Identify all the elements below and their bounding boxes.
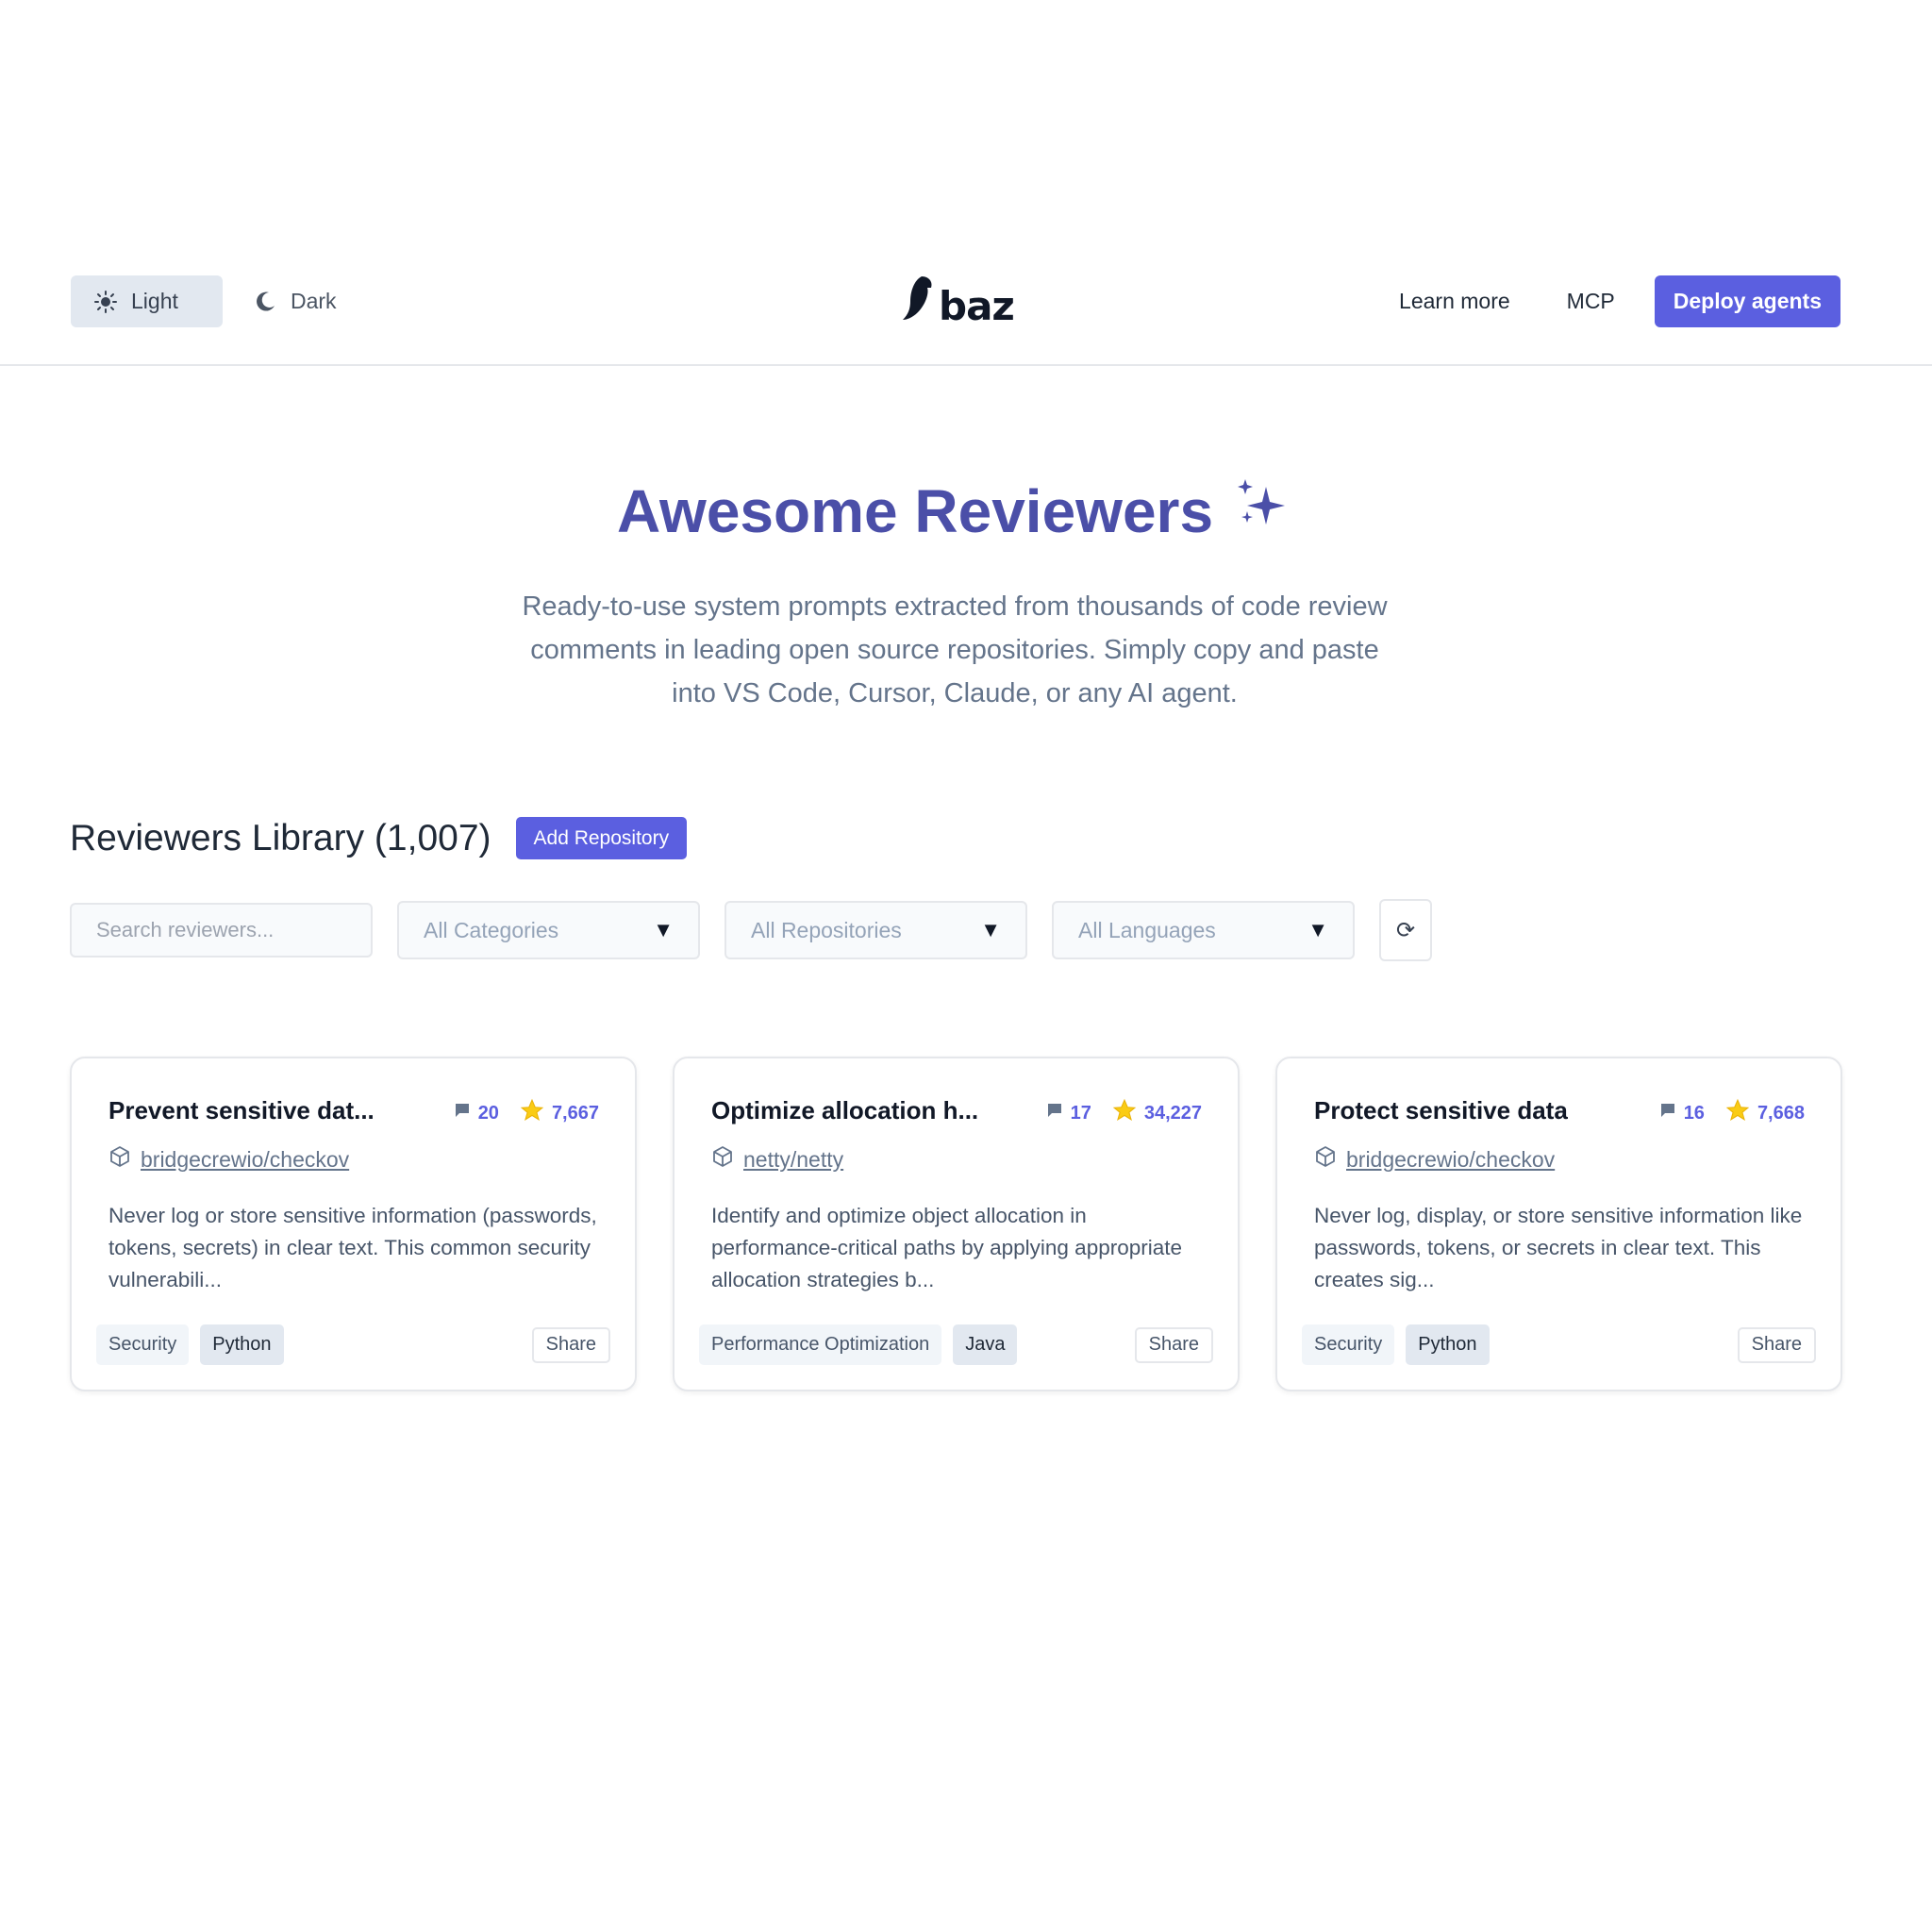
card-description: Identify and optimize object allocation … — [711, 1204, 1183, 1291]
category-select-value: All Categories — [424, 917, 559, 942]
star-count-value: 7,668 — [1757, 1102, 1805, 1124]
comment-count-value: 20 — [477, 1102, 499, 1124]
card-stats: 20 7,667 — [454, 1098, 599, 1128]
comment-count: 20 — [454, 1102, 499, 1124]
caret-down-icon: ▼ — [980, 918, 1001, 941]
card-stats: 16 7,668 — [1659, 1098, 1805, 1128]
star-count: 7,668 — [1725, 1098, 1805, 1128]
category-tag[interactable]: Security — [1302, 1324, 1395, 1365]
card-tags: Security Python — [96, 1324, 284, 1365]
reviewer-card[interactable]: Optimize allocation h... 17 34,227 netty… — [673, 1057, 1240, 1391]
card-footer: Security Python Share — [96, 1324, 610, 1365]
category-select[interactable]: All Categories ▼ — [397, 901, 700, 959]
comment-count: 17 — [1046, 1102, 1091, 1124]
learn-more-link[interactable]: Learn more — [1371, 275, 1539, 327]
add-repository-button[interactable]: Add Repository — [515, 817, 688, 859]
search-input[interactable] — [70, 903, 373, 958]
repo-link[interactable]: bridgecrewio/checkov — [141, 1147, 349, 1173]
caret-down-icon: ▼ — [653, 918, 674, 941]
share-button[interactable]: Share — [1134, 1326, 1213, 1363]
package-icon — [108, 1145, 131, 1174]
category-tag[interactable]: Performance Optimization — [699, 1324, 942, 1365]
page-title: Awesome Reviewers — [0, 474, 1907, 548]
caret-down-icon: ▼ — [1307, 918, 1328, 941]
package-icon — [711, 1145, 734, 1174]
logo-text: baz — [939, 283, 1015, 329]
dark-theme-button[interactable]: Dark — [230, 275, 359, 327]
language-tag[interactable]: Python — [1406, 1324, 1490, 1365]
reviewer-cards: Prevent sensitive dat... 20 7,667 bridge… — [70, 1057, 1842, 1391]
refresh-button[interactable]: ⟳ — [1379, 899, 1432, 961]
page-subtitle: Ready-to-use system prompts extracted fr… — [522, 591, 1388, 708]
card-title: Prevent sensitive dat... — [108, 1096, 375, 1124]
card-stats: 17 34,227 — [1046, 1098, 1202, 1128]
share-button[interactable]: Share — [1737, 1326, 1816, 1363]
theme-toggle: Light Dark — [71, 275, 359, 327]
star-icon — [520, 1098, 544, 1128]
star-count: 7,667 — [520, 1098, 599, 1128]
repo-link[interactable]: netty/netty — [743, 1147, 843, 1173]
card-repo: bridgecrewio/checkov — [1314, 1145, 1555, 1174]
top-nav: Learn more MCP Deploy agents — [1371, 275, 1840, 327]
filter-bar: All Categories ▼ All Repositories ▼ All … — [70, 899, 1432, 961]
reviewer-card[interactable]: Protect sensitive data 16 7,668 bridgecr… — [1275, 1057, 1842, 1391]
card-tags: Security Python — [1302, 1324, 1490, 1365]
moon-icon — [253, 290, 277, 314]
language-tag[interactable]: Python — [200, 1324, 284, 1365]
reviewer-card[interactable]: Prevent sensitive dat... 20 7,667 bridge… — [70, 1057, 637, 1391]
sparkles-icon — [1230, 474, 1291, 548]
comment-icon — [454, 1102, 471, 1124]
card-footer: Security Python Share — [1302, 1324, 1816, 1365]
card-tags: Performance Optimization Java — [699, 1324, 1018, 1365]
package-icon — [1314, 1145, 1337, 1174]
language-tag[interactable]: Java — [953, 1324, 1018, 1365]
comment-count: 16 — [1659, 1102, 1705, 1124]
deploy-agents-button[interactable]: Deploy agents — [1654, 275, 1840, 327]
card-footer: Performance Optimization Java Share — [699, 1324, 1213, 1365]
card-description: Never log, display, or store sensitive i… — [1314, 1204, 1803, 1291]
light-theme-label: Light — [131, 289, 178, 313]
mcp-link[interactable]: MCP — [1539, 275, 1643, 327]
baz-logo[interactable]: baz — [901, 275, 1015, 329]
bird-logo-icon — [901, 275, 935, 326]
language-select[interactable]: All Languages ▼ — [1052, 901, 1355, 959]
page-title-text: Awesome Reviewers — [616, 476, 1214, 545]
star-icon — [1112, 1098, 1137, 1128]
repository-select[interactable]: All Repositories ▼ — [724, 901, 1027, 959]
star-count-value: 7,667 — [551, 1102, 599, 1124]
top-header: Light Dark baz Learn more MCP Deploy age… — [0, 0, 1932, 366]
light-theme-button[interactable]: Light — [71, 275, 223, 327]
comment-icon — [1659, 1102, 1676, 1124]
language-select-value: All Languages — [1078, 917, 1216, 942]
refresh-icon: ⟳ — [1395, 917, 1416, 943]
sun-icon — [93, 290, 118, 314]
star-icon — [1725, 1098, 1750, 1128]
star-count-value: 34,227 — [1143, 1102, 1202, 1124]
share-button[interactable]: Share — [531, 1326, 610, 1363]
card-title: Optimize allocation h... — [711, 1096, 979, 1124]
star-count: 34,227 — [1112, 1098, 1202, 1128]
comment-count-value: 17 — [1070, 1102, 1091, 1124]
comment-count-value: 16 — [1683, 1102, 1705, 1124]
comment-icon — [1046, 1102, 1063, 1124]
card-repo: netty/netty — [711, 1145, 843, 1174]
repository-select-value: All Repositories — [751, 917, 902, 942]
dark-theme-label: Dark — [291, 289, 337, 313]
repo-link[interactable]: bridgecrewio/checkov — [1346, 1147, 1555, 1173]
card-title: Protect sensitive data — [1314, 1096, 1568, 1124]
card-repo: bridgecrewio/checkov — [108, 1145, 349, 1174]
library-header: Reviewers Library (1,007) Add Repository — [70, 817, 688, 859]
category-tag[interactable]: Security — [96, 1324, 190, 1365]
card-description: Never log or store sensitive information… — [108, 1204, 597, 1291]
library-title: Reviewers Library (1,007) — [70, 817, 491, 858]
